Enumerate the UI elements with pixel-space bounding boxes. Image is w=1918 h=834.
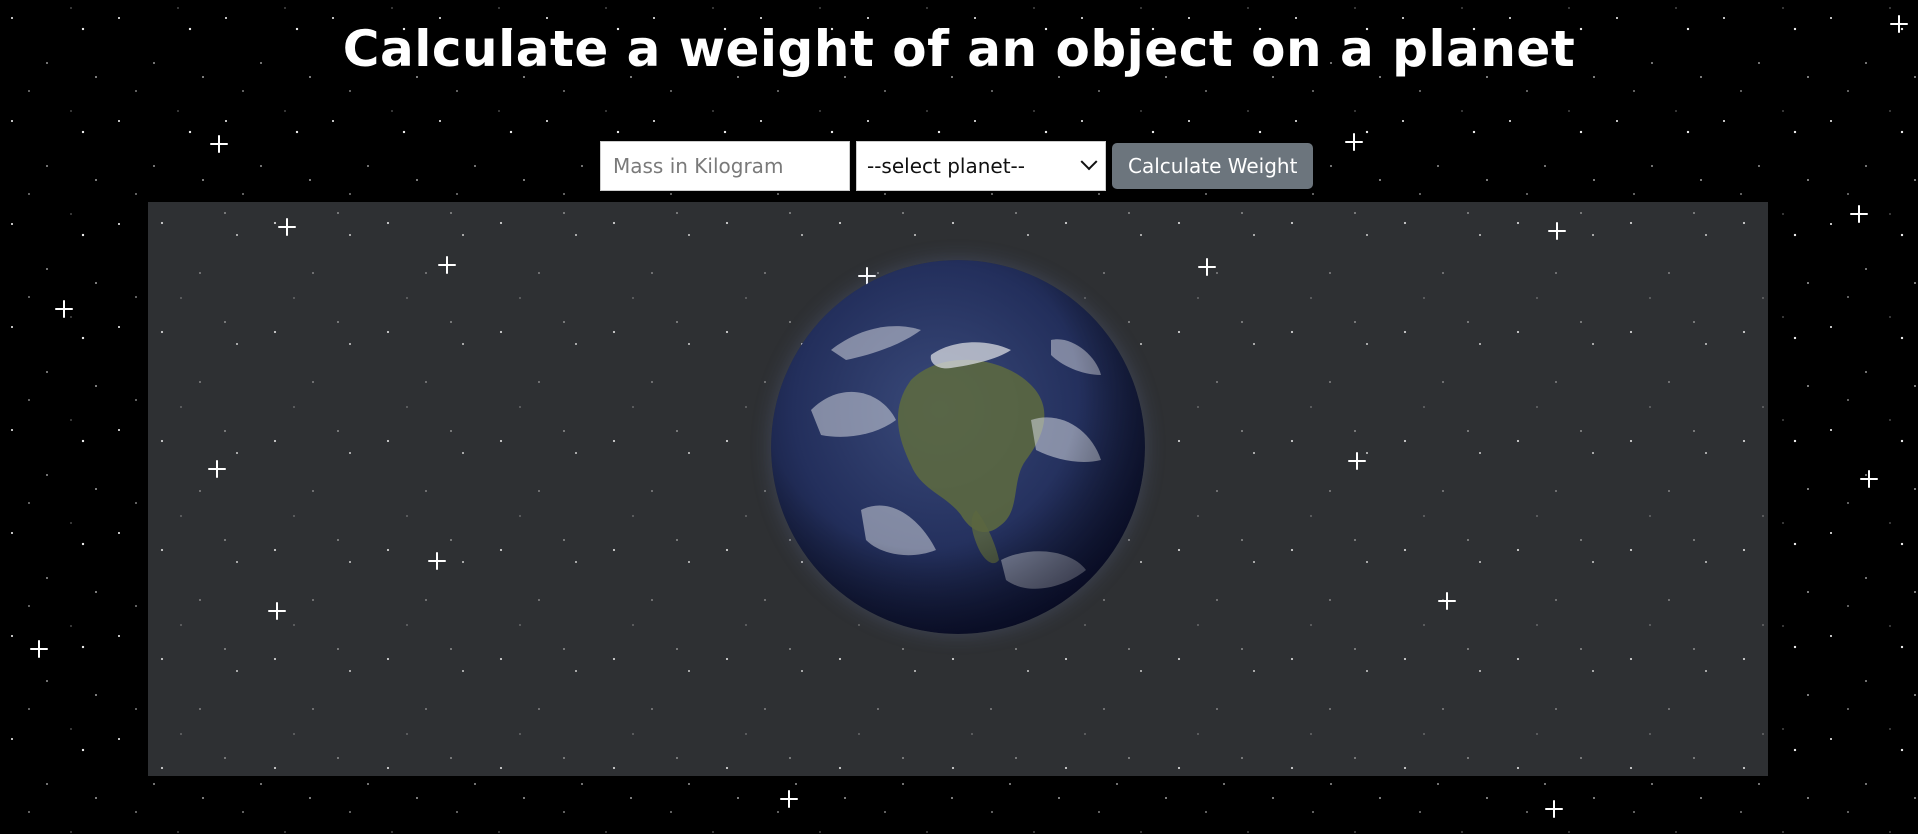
page-title: Calculate a weight of an object on a pla… [342,20,1576,78]
star-decoration [438,256,456,274]
star-decoration [278,218,296,236]
star-decoration [1348,452,1366,470]
earth-image [771,260,1145,634]
earth-icon [771,260,1145,634]
calculate-weight-button[interactable]: Calculate Weight [1112,143,1314,189]
star-decoration [55,300,73,318]
planet-display-panel [148,202,1768,776]
planet-select-value: --select planet-- [867,154,1025,178]
star-decoration [1545,800,1563,818]
mass-input[interactable] [600,141,850,191]
star-decoration [1850,205,1868,223]
planet-select[interactable]: --select planet-- [856,141,1106,191]
chevron-down-icon [1080,153,1098,171]
star-decoration [268,602,286,620]
star-decoration [428,552,446,570]
star-decoration [210,135,228,153]
star-decoration [1548,222,1566,240]
page: Calculate a weight of an object on a pla… [0,0,1918,834]
star-decoration [208,460,226,478]
star-decoration [1198,258,1216,276]
star-decoration [30,640,48,658]
weight-form: --select planet-- Calculate Weight [600,141,1314,191]
star-decoration [780,790,798,808]
star-decoration [1438,592,1456,610]
star-decoration [1345,133,1363,151]
star-decoration [1860,470,1878,488]
